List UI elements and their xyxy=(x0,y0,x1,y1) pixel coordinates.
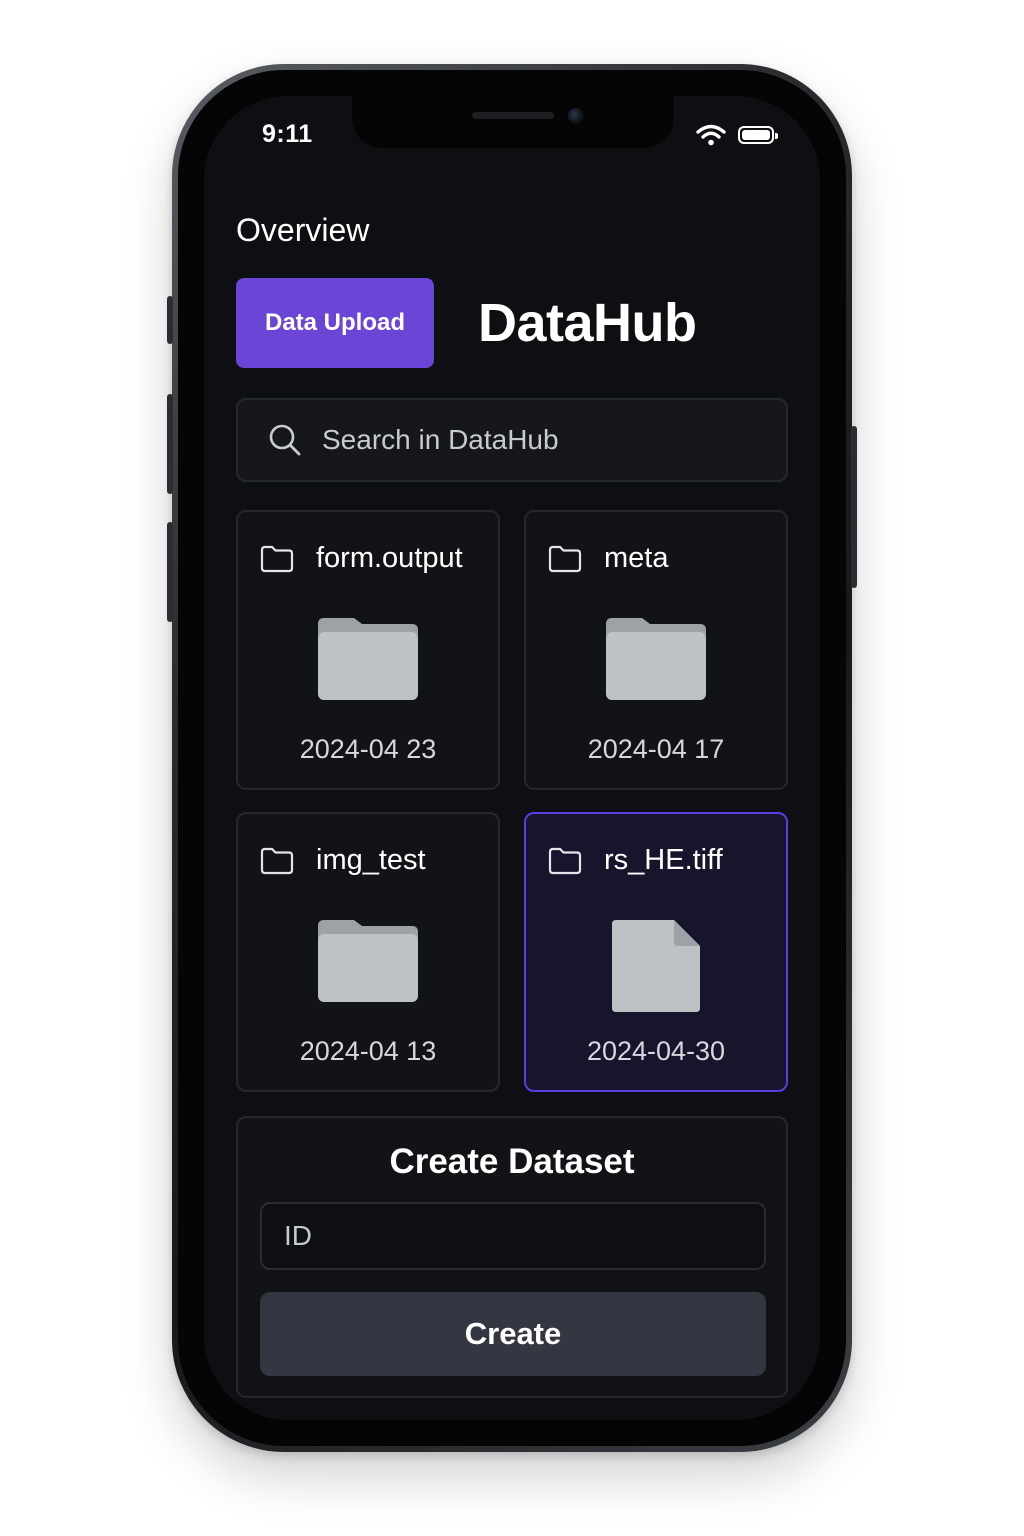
battery-icon xyxy=(738,126,778,144)
silent-switch xyxy=(167,296,173,344)
volume-down-button xyxy=(167,522,173,622)
folder-card-form-output[interactable]: form.output 2024-04 23 xyxy=(236,510,500,790)
create-dataset-title: Create Dataset xyxy=(389,1142,635,1181)
search-icon xyxy=(268,423,302,457)
dataset-id-field[interactable] xyxy=(260,1202,766,1270)
folder-outline-icon xyxy=(260,847,294,874)
item-date: 2024-04 17 xyxy=(587,734,725,764)
front-camera xyxy=(568,108,584,124)
data-upload-button[interactable]: Data Upload xyxy=(236,278,434,368)
card-header: img_test xyxy=(260,844,426,877)
create-button[interactable]: Create xyxy=(260,1292,766,1376)
search-bar[interactable] xyxy=(236,398,788,482)
item-name: img_test xyxy=(316,844,426,876)
folder-card-meta[interactable]: meta 2024-04 17 xyxy=(524,510,788,790)
section-title: Overview xyxy=(236,212,370,248)
app-title: DataHub xyxy=(478,293,697,353)
screen: 9:11 Overview Data Upload DataHub Search… xyxy=(204,96,820,1420)
notch xyxy=(352,96,674,148)
folder-icon xyxy=(318,618,418,700)
card-art xyxy=(238,616,498,702)
folder-icon xyxy=(318,920,418,1002)
card-header: meta xyxy=(548,542,668,575)
card-header: rs_HE.tiff xyxy=(548,844,723,877)
file-icon xyxy=(612,920,700,1012)
wifi-icon xyxy=(696,124,726,146)
item-name: rs_HE.tiff xyxy=(604,844,723,876)
file-card-rs-he-tiff[interactable]: rs_HE.tiff 2024-04-30 xyxy=(524,812,788,1092)
folder-outline-icon xyxy=(548,847,582,874)
status-time: 9:11 xyxy=(262,120,313,148)
folder-outline-icon xyxy=(548,545,582,572)
folder-icon xyxy=(606,618,706,700)
speaker-grille xyxy=(472,112,554,119)
card-art xyxy=(526,918,786,1014)
create-dataset-panel: Create Dataset Create xyxy=(236,1116,788,1398)
item-date: 2024-04-30 xyxy=(586,1036,726,1066)
item-name: meta xyxy=(604,542,669,574)
search-input[interactable] xyxy=(320,423,786,457)
item-date: 2024-04 23 xyxy=(299,734,437,764)
battery-terminal xyxy=(775,133,778,139)
card-art xyxy=(526,616,786,702)
item-date: 2024-04 13 xyxy=(299,1036,437,1066)
folder-outline-icon xyxy=(260,545,294,572)
card-art xyxy=(238,918,498,1004)
item-name: form.output xyxy=(316,542,463,574)
power-button xyxy=(851,426,857,588)
card-header: form.output xyxy=(260,542,463,575)
folder-card-img-test[interactable]: img_test 2024-04 13 xyxy=(236,812,500,1092)
battery-level xyxy=(742,130,770,140)
volume-up-button xyxy=(167,394,173,494)
stage: 9:11 Overview Data Upload DataHub Search… xyxy=(0,0,1024,1536)
